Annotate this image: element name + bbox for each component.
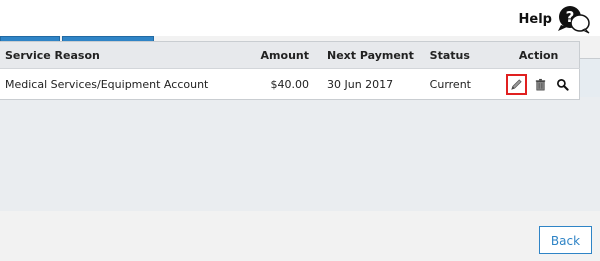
page-footer-area <box>0 211 600 261</box>
column-header-action: Action <box>498 41 580 69</box>
pencil-icon <box>511 78 522 90</box>
magnifier-icon <box>556 78 569 91</box>
top-bar: Help ? <box>0 0 600 36</box>
column-header-status: Status <box>423 41 499 69</box>
cell-next-payment: 30 Jun 2017 <box>315 68 424 100</box>
view-button[interactable] <box>553 75 571 93</box>
back-button[interactable]: Back <box>539 226 592 254</box>
table-row: Medical Services/Equipment Account $40.0… <box>0 68 580 100</box>
delete-button[interactable] <box>531 75 549 93</box>
edit-button[interactable] <box>506 73 528 95</box>
column-header-service-reason: Service Reason <box>0 41 248 69</box>
cell-service-reason: Medical Services/Equipment Account <box>0 68 248 100</box>
trash-icon <box>535 78 545 90</box>
help-link[interactable]: Help ? <box>519 4 592 34</box>
question-bubble-icon: ? <box>558 6 590 34</box>
row-actions <box>504 73 573 95</box>
table-header-row: Service Reason Amount Next Payment Statu… <box>0 41 580 69</box>
column-header-amount: Amount <box>247 41 315 69</box>
help-label: Help <box>518 11 552 27</box>
cell-amount: $40.00 <box>247 68 315 100</box>
cell-actions <box>498 68 580 100</box>
svg-text:?: ? <box>566 8 575 26</box>
cell-status: Current <box>423 68 499 100</box>
payments-table: Service Reason Amount Next Payment Statu… <box>0 41 580 100</box>
column-header-next-payment: Next Payment <box>315 41 424 69</box>
